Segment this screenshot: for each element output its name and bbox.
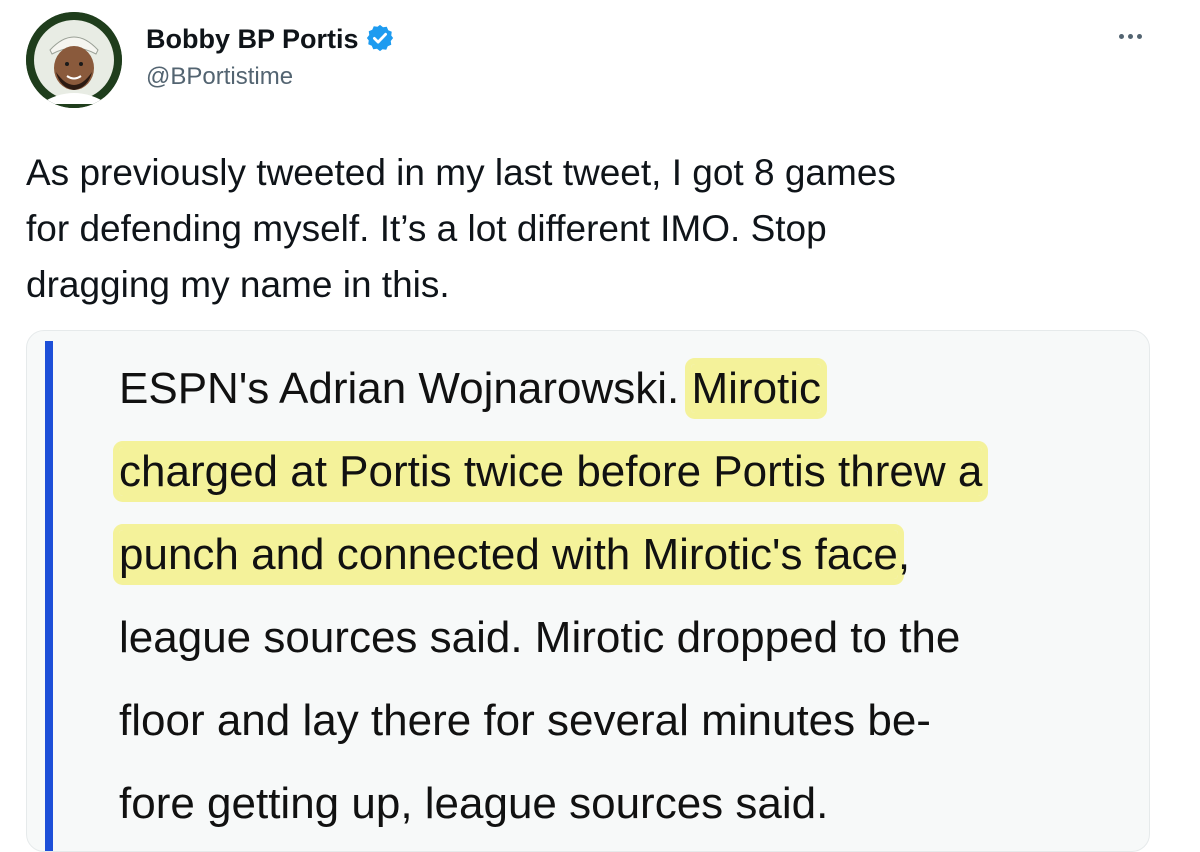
more-options-icon-dot <box>1127 33 1133 39</box>
verified-check-icon <box>366 24 393 52</box>
quote-line: league sources said. Mirotic dropped to … <box>119 613 961 662</box>
quote-highlight: charged at Portis twice before Portis th… <box>119 447 983 496</box>
quote-card[interactable]: ESPN's Adrian Wojnarowski. Mirotic charg… <box>26 330 1150 852</box>
quote-highlight: Mirotic <box>691 364 822 413</box>
quote-bar <box>45 341 53 851</box>
tweet-text-line: As previously tweeted in my last tweet, … <box>26 152 896 193</box>
quote-line: ESPN's Adrian Wojnarowski. Mirotic <box>119 347 1139 430</box>
quote-highlight: punch and connected with Mirotic's face <box>119 530 898 579</box>
more-options-icon-dot <box>1136 33 1142 39</box>
tweet-text: As previously tweeted in my last tweet, … <box>26 145 1146 313</box>
quote-line: floor and lay there for several minutes … <box>119 696 931 745</box>
avatar-image <box>26 12 122 108</box>
user-handle[interactable]: @BPortistime <box>146 62 293 92</box>
display-name[interactable]: Bobby BP Portis <box>146 22 395 56</box>
quote-line: charged at Portis twice before Portis th… <box>119 430 1139 513</box>
tweet: Bobby BP Portis @BPortistime As previous… <box>0 0 1200 852</box>
quote-line-text: ESPN's Adrian Wojnarowski. <box>119 364 692 413</box>
quote-line: punch and connected with Mirotic's face, <box>119 513 1139 596</box>
quote-line-text: , <box>897 530 911 579</box>
more-options-icon <box>1118 33 1124 39</box>
tweet-text-line: dragging my name in this. <box>26 264 450 305</box>
display-name-text[interactable]: Bobby BP Portis <box>146 24 359 54</box>
avatar[interactable] <box>26 12 122 108</box>
more-options-button[interactable] <box>1112 18 1148 54</box>
quote-text: ESPN's Adrian Wojnarowski. Mirotic charg… <box>119 347 1139 845</box>
quote-line: fore getting up, league sources said. <box>119 779 829 828</box>
tweet-text-line: for defending myself. It’s a lot differe… <box>26 208 827 249</box>
